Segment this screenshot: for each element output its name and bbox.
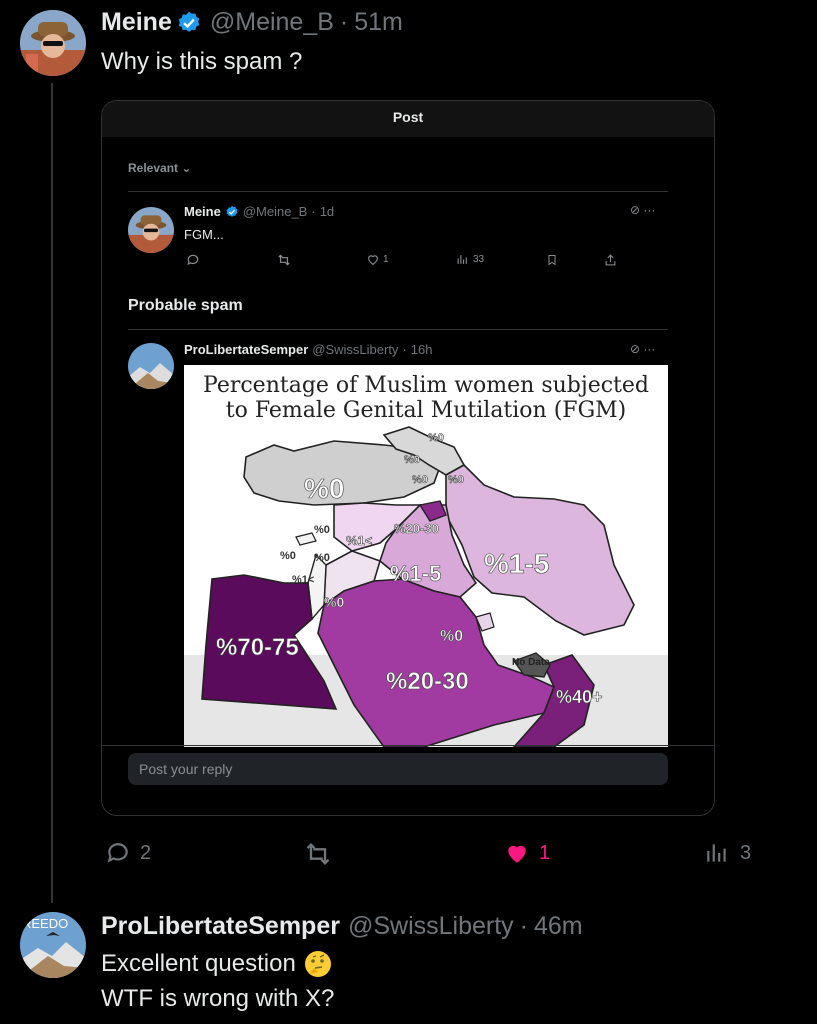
reply-icon — [186, 253, 200, 267]
label-caucasus1: %0 — [404, 454, 420, 466]
label-turkey: %0 — [304, 473, 344, 504]
author-name[interactable]: Meine — [101, 8, 172, 37]
divider — [128, 191, 668, 192]
repost-button[interactable] — [302, 840, 334, 868]
reply-button[interactable]: 2 — [104, 840, 151, 866]
label-caucasus3: %0 — [448, 474, 464, 486]
like-count: 1 — [539, 841, 551, 864]
separator-dot: · — [402, 342, 407, 357]
screenshot-title: Post — [392, 109, 424, 125]
label-caucasus4: %0 — [428, 432, 444, 444]
divider — [128, 329, 668, 330]
avatar[interactable]: REEDO — [20, 912, 86, 978]
thread-line — [51, 83, 53, 903]
reply-count: 2 — [140, 841, 152, 864]
tweet-header: Meine @Meine_B · 51m — [101, 8, 403, 37]
label-syria: %1< — [346, 533, 373, 548]
reply-input: Post your reply — [128, 753, 668, 785]
verified-badge-icon — [176, 10, 202, 36]
label-palestine: %1< — [292, 574, 314, 586]
author-handle[interactable]: @Meine_B — [210, 8, 334, 37]
label-gulf: %0 — [440, 628, 463, 645]
post-time: 1d — [319, 204, 335, 219]
views-icon — [707, 844, 726, 862]
screenshot-header: Post — [102, 101, 714, 137]
label-caucasus2: %0 — [412, 474, 428, 486]
separator-dot: · — [311, 204, 316, 219]
avatar[interactable] — [20, 10, 86, 76]
label-jordan: %0 — [324, 594, 344, 610]
repost-icon — [306, 843, 330, 865]
label-saudi: %20-30 — [386, 668, 469, 695]
label-iraq: %1-5 — [390, 561, 441, 586]
avatar — [128, 207, 174, 253]
label-oman: %40+ — [556, 687, 603, 707]
avatar-text: REEDO — [22, 916, 68, 931]
sort-relevant-label: Relevant ⌄ — [128, 161, 191, 175]
label-kuwait-area: %20-30 — [394, 521, 439, 536]
label-egypt: %70-75 — [216, 634, 299, 661]
heart-filled-icon — [508, 845, 526, 863]
more-options-icon: ⊘ ··· — [630, 342, 656, 356]
separator-dot: · — [339, 8, 349, 36]
tweet-header: ProLibertateSemper @SwissLiberty · 46m — [101, 912, 583, 941]
probable-spam-heading: Probable spam — [128, 297, 243, 314]
tweet-text-line1-text: Excellent question — [101, 950, 296, 977]
reply-icon — [107, 843, 128, 863]
post-time: 16h — [410, 342, 433, 357]
thinking-face-icon — [304, 950, 332, 978]
author-handle: @SwissLiberty — [312, 342, 399, 357]
share-icon — [604, 253, 617, 267]
author-name: Meine — [184, 204, 221, 219]
tweet-text-line2: WTF is wrong with X? — [101, 985, 335, 1012]
post-actions: 1 33 — [186, 253, 616, 271]
views-button[interactable]: 3 — [704, 840, 751, 866]
author-name: ProLibertateSemper — [184, 342, 309, 357]
author-handle[interactable]: @SwissLiberty — [348, 912, 514, 941]
separator-dot: · — [519, 912, 528, 940]
author-handle: @Meine_B — [242, 204, 308, 219]
divider — [102, 745, 714, 746]
author-name[interactable]: ProLibertateSemper — [101, 912, 340, 941]
post-text: FGM... — [184, 227, 224, 242]
views-count: 33 — [473, 254, 485, 265]
label-iran: %1-5 — [484, 548, 549, 579]
tweet-text: Why is this spam ? — [101, 48, 303, 75]
like-count: 1 — [383, 254, 389, 265]
reply-placeholder: Post your reply — [139, 761, 233, 777]
fgm-map-image: Percentage of Muslim women subjected to … — [184, 365, 668, 747]
post-time[interactable]: 51m — [354, 8, 403, 37]
tweet-text-line1: Excellent question — [101, 950, 332, 978]
verified-badge-icon — [225, 205, 239, 219]
label-cyprus: %0 — [280, 550, 296, 562]
label-lebanon2: %0 — [314, 552, 330, 564]
chevron-down-icon: ⌄ — [181, 161, 192, 175]
views-count: 3 — [740, 841, 752, 864]
post-header: ProLibertateSemper @SwissLiberty · 16h — [184, 342, 432, 357]
post-time[interactable]: 46m — [534, 912, 583, 941]
post-header: Meine @Meine_B · 1d — [184, 204, 334, 219]
embedded-screenshot[interactable]: Post Relevant ⌄ Meine @Meine_B · 1d ⊘ ··… — [101, 100, 715, 816]
avatar — [128, 343, 174, 389]
like-button[interactable]: 1 — [503, 840, 550, 866]
repost-icon — [276, 253, 292, 267]
more-options-icon: ⊘ ··· — [630, 203, 656, 217]
label-lebanon1: %0 — [314, 524, 330, 536]
like-icon: 1 — [366, 253, 389, 266]
region-cyprus — [295, 532, 317, 546]
views-icon: 33 — [456, 253, 484, 266]
sort-label: Relevant — [128, 161, 179, 175]
label-uae: No Data — [512, 657, 550, 668]
bookmark-icon — [546, 253, 558, 267]
